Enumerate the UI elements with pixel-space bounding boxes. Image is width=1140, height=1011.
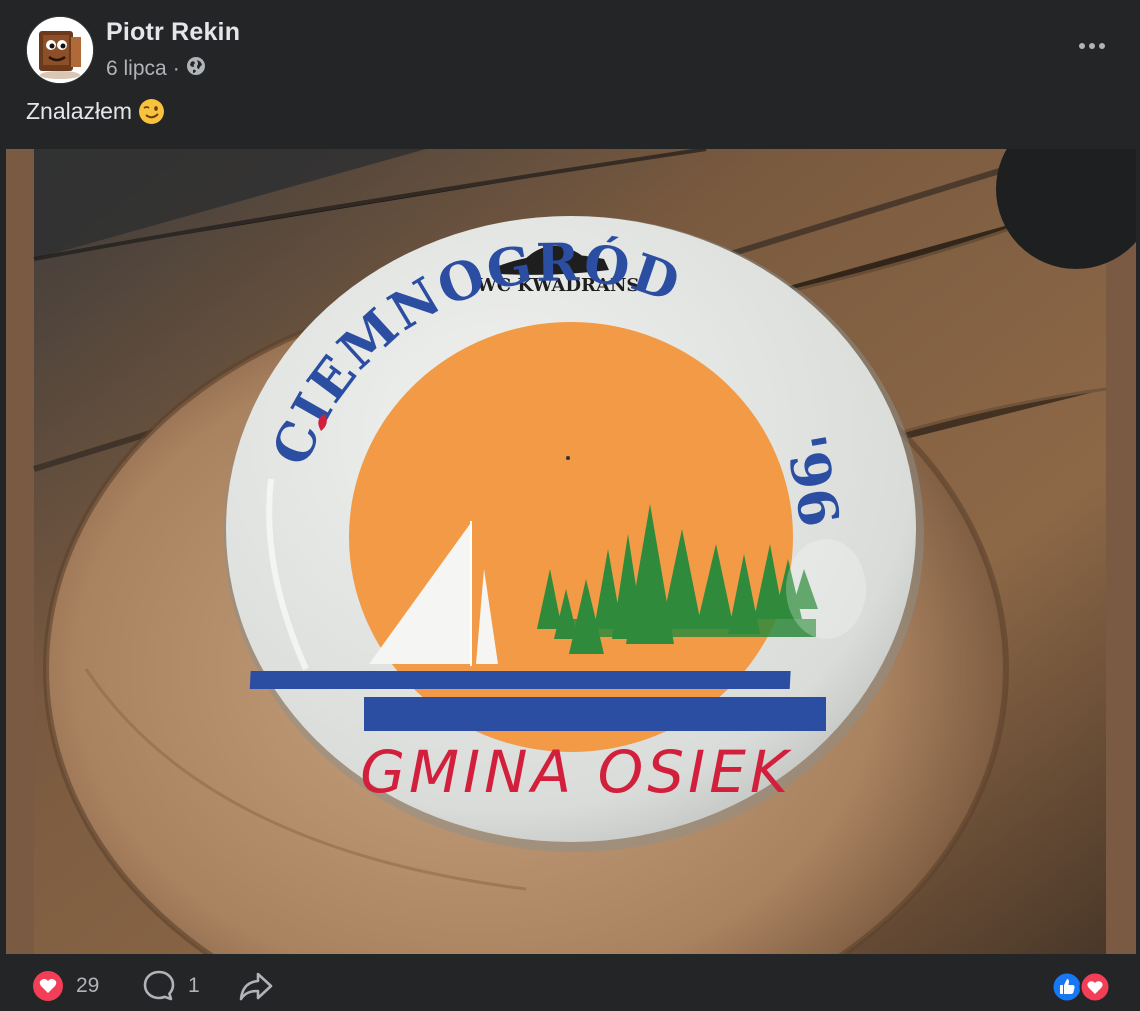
post-image[interactable]: WC KWADRANS CIEMNOGRÓD '96 GMINA OSIEK <box>6 149 1136 954</box>
post-message: Znalazłem <box>26 98 133 124</box>
more-options-button[interactable] <box>1074 28 1110 64</box>
post-date[interactable]: 6 lipca <box>106 57 167 81</box>
like-count: 29 <box>76 974 100 997</box>
post-text: Znalazłem <box>26 98 165 125</box>
share-arrow-icon <box>238 969 274 1003</box>
meta-separator: · <box>172 57 180 80</box>
heart-icon <box>1079 971 1111 1003</box>
post-meta: 6 lipca · <box>106 56 206 82</box>
post-header: Piotr Rekin 6 lipca · <box>24 16 1116 84</box>
thumbs-up-icon <box>1051 971 1083 1003</box>
post-card: Piotr Rekin 6 lipca · Znalazłem WC KWADR… <box>0 0 1140 1011</box>
more-dot <box>1079 43 1085 49</box>
author-name[interactable]: Piotr Rekin <box>106 18 240 47</box>
reaction-like-button[interactable]: 29 <box>32 970 99 1002</box>
comment-button[interactable]: 1 <box>142 970 200 1002</box>
winking-face-emoji <box>138 98 165 125</box>
more-dot <box>1089 43 1095 49</box>
comment-count: 1 <box>188 974 200 997</box>
share-button[interactable] <box>238 970 274 1002</box>
comment-bubble-icon <box>142 969 176 1003</box>
globe-icon[interactable] <box>186 56 206 82</box>
heart-icon <box>32 970 64 1002</box>
post-actions-bar: 29 1 <box>0 960 1140 1011</box>
badge-bottom-text: GMINA OSIEK <box>360 738 792 806</box>
avatar[interactable] <box>26 16 94 84</box>
more-dot <box>1099 43 1105 49</box>
reaction-summary[interactable] <box>1051 971 1112 1003</box>
